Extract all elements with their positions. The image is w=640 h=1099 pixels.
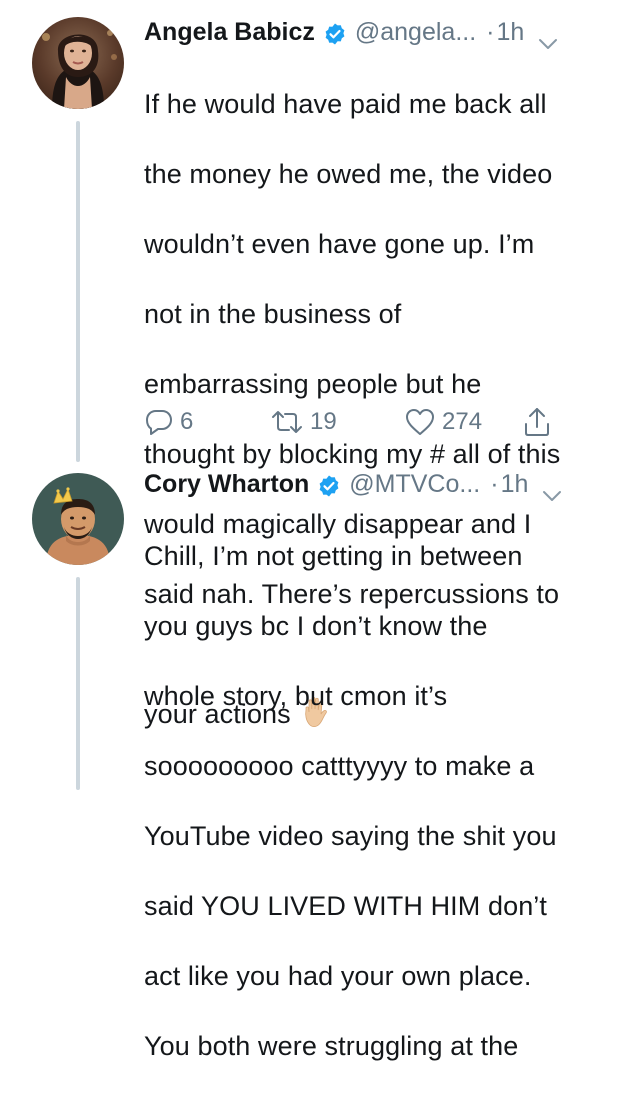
retweet-icon bbox=[270, 407, 304, 437]
verified-icon bbox=[317, 472, 341, 497]
tweet[interactable]: Angela Babicz @angela... · 1h If he woul… bbox=[0, 0, 640, 729]
tweet-text-line: Chill, I’m not getting in between bbox=[144, 541, 523, 571]
tweet-text-line: sooooooooo catttyyyy to make a bbox=[144, 751, 535, 781]
tweet-header: Angela Babicz @angela... · 1h bbox=[144, 14, 624, 50]
tweet-text-line: not in the business of bbox=[144, 299, 402, 329]
tweet[interactable]: Cory Wharton @MTVCo... · 1h Chill, I’m n… bbox=[0, 462, 640, 1061]
timestamp[interactable]: 1h bbox=[497, 14, 525, 50]
tweet-text-line: YouTube video saying the shit you bbox=[144, 821, 557, 851]
tweet-text-line: whole story, but cmon it’s bbox=[144, 681, 448, 711]
reply-count: 6 bbox=[180, 408, 194, 435]
share-button[interactable] bbox=[522, 402, 552, 442]
like-button[interactable]: 274 bbox=[404, 402, 482, 442]
like-icon bbox=[404, 407, 436, 437]
tweet-text-line: act like you had your own place. bbox=[144, 961, 532, 991]
thread-line bbox=[76, 121, 80, 462]
user-handle[interactable]: @angela... bbox=[355, 14, 476, 50]
tweet-text-line: you guys bc I don’t know the bbox=[144, 611, 488, 641]
thread-line bbox=[76, 577, 80, 790]
chevron-down-icon[interactable] bbox=[542, 477, 562, 501]
like-count: 274 bbox=[442, 408, 483, 435]
separator-dot: · bbox=[490, 470, 499, 498]
user-handle[interactable]: @MTVCo... bbox=[349, 466, 480, 502]
separator-dot: · bbox=[486, 18, 495, 46]
timestamp[interactable]: 1h bbox=[501, 466, 529, 502]
reply-icon bbox=[144, 407, 174, 437]
retweet-button[interactable]: 19 bbox=[270, 402, 337, 442]
tweet-text-line: the money he owed me, the video bbox=[144, 159, 553, 189]
chevron-down-icon[interactable] bbox=[538, 25, 558, 49]
tweet-text-line: wouldn’t even have gone up. I’m bbox=[144, 229, 535, 259]
avatar[interactable] bbox=[32, 17, 124, 109]
tweet-actions: 6 19 274 bbox=[144, 402, 624, 442]
reply-button[interactable]: 6 bbox=[144, 402, 193, 442]
display-name[interactable]: Cory Wharton bbox=[144, 466, 309, 502]
tweet-text-line: embarrassing people but he bbox=[144, 369, 482, 399]
retweet-count: 19 bbox=[310, 408, 337, 435]
tweet-text-line: You both were struggling at the bbox=[144, 1031, 519, 1061]
display-name[interactable]: Angela Babicz bbox=[144, 14, 315, 50]
share-icon bbox=[522, 406, 552, 438]
tweet-text-line: If he would have paid me back all bbox=[144, 89, 547, 119]
tweet-text-line: said YOU LIVED WITH HIM don’t bbox=[144, 891, 548, 921]
verified-icon bbox=[323, 20, 347, 45]
avatar[interactable] bbox=[32, 473, 124, 565]
tweet-text: Chill, I’m not getting in between you gu… bbox=[144, 504, 624, 1099]
tweet-header: Cory Wharton @MTVCo... · 1h bbox=[144, 466, 624, 502]
